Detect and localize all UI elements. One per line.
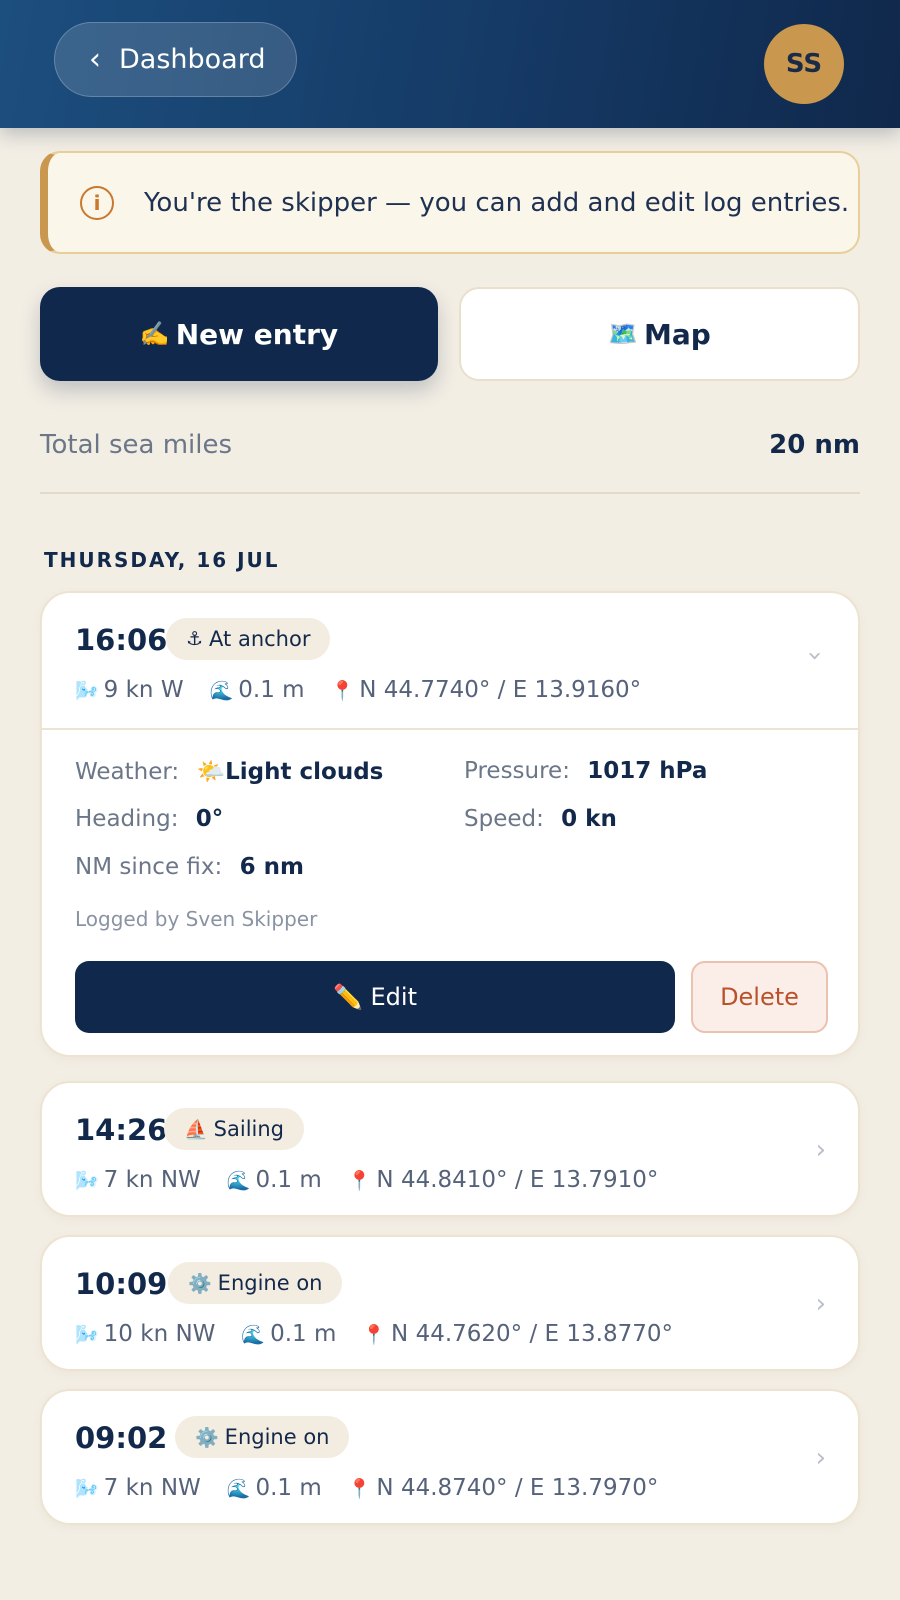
- log-entry-header[interactable]: 10:09 ⚙️ Engine on 🌬️ 10 kn NW 🌊 0.1 m 📍 N …: [42, 1237, 858, 1369]
- new-entry-label: New entry: [175, 317, 339, 351]
- pressure-value: 1017 hPa: [587, 758, 708, 784]
- chevron-right-icon[interactable]: ›: [816, 1289, 826, 1319]
- chevron-down-icon[interactable]: ›: [800, 651, 830, 661]
- log-entry-card[interactable]: 10:09 ⚙️ Engine on 🌬️ 10 kn NW 🌊 0.1 m 📍 N …: [40, 1235, 860, 1371]
- weather-value: Light clouds: [225, 759, 384, 785]
- status-badge: ⚙️ Engine on: [175, 1416, 350, 1458]
- wind-value: 7 kn NW: [103, 1167, 201, 1193]
- notice-text: You're the skipper — you can add and edi…: [144, 187, 850, 218]
- chevron-right-icon[interactable]: ›: [816, 1135, 826, 1165]
- status-badge: ⛵ Sailing: [164, 1108, 305, 1150]
- entry-meta: 🌬️ 10 kn NW 🌊 0.1 m 📍 N 44.7620° / E 13.877…: [75, 1321, 699, 1347]
- divider: [40, 492, 860, 494]
- heading-label: Heading:: [75, 806, 179, 832]
- writing-hand-icon: ✍️: [139, 320, 170, 348]
- chevron-right-icon[interactable]: ›: [816, 1443, 826, 1473]
- info-icon: i: [80, 185, 114, 220]
- map-button[interactable]: 🗺️ Map: [459, 287, 860, 381]
- log-entry-card[interactable]: 16:06 ⚓ At anchor 🌬️ 9 kn W 🌊 0.1 m 📍 N 44.…: [40, 591, 860, 1057]
- edit-button[interactable]: ✏️ Edit: [75, 961, 675, 1033]
- avatar[interactable]: SS: [764, 24, 844, 104]
- logged-by: Logged by Sven Skipper: [75, 907, 318, 931]
- app-header: ‹ Dashboard SS: [0, 0, 900, 128]
- day-heading: THURSDAY, 16 JUL: [44, 548, 280, 572]
- anchor-icon: ⚓: [186, 628, 204, 650]
- wave-icon: 🌊: [226, 1477, 251, 1500]
- nm-since-fix-value: 6 nm: [239, 854, 304, 880]
- entry-meta: 🌬️ 7 kn NW 🌊 0.1 m 📍 N 44.8410° / E 13.7910…: [75, 1167, 684, 1193]
- gear-icon: ⚙️: [195, 1426, 219, 1449]
- status-label: Engine on: [217, 1271, 323, 1295]
- wave-icon: 🌊: [241, 1323, 266, 1346]
- sea-miles-value: 20 nm: [769, 430, 860, 460]
- nm-since-fix-row: NM since fix: 6 nm: [75, 854, 304, 880]
- entry-details: Weather: 🌤️Light clouds Pressure: 1017 h…: [42, 728, 858, 1055]
- sea-miles-label: Total sea miles: [40, 430, 233, 460]
- heading-value: 0°: [195, 806, 224, 832]
- wave-value: 0.1 m: [238, 677, 305, 703]
- chevron-left-icon: ‹: [89, 41, 101, 77]
- status-badge: ⚓ At anchor: [166, 618, 331, 660]
- entry-meta: 🌬️ 9 kn W 🌊 0.1 m 📍 N 44.7740° / E 13.9160°: [75, 677, 667, 703]
- position-value: N 44.7740° / E 13.9160°: [359, 677, 642, 703]
- weather-row: Weather: 🌤️Light clouds: [75, 758, 383, 785]
- status-badge: ⚙️ Engine on: [168, 1262, 343, 1304]
- wind-icon: 🌬️: [75, 679, 99, 702]
- log-entry-header[interactable]: 16:06 ⚓ At anchor 🌬️ 9 kn W 🌊 0.1 m 📍 N 44.…: [42, 593, 858, 728]
- new-entry-button[interactable]: ✍️ New entry: [40, 287, 438, 381]
- map-label: Map: [644, 317, 711, 351]
- weather-label: Weather:: [75, 759, 180, 785]
- map-icon: 🗺️: [608, 320, 639, 348]
- position-value: N 44.7620° / E 13.8770°: [391, 1321, 673, 1347]
- wind-icon: 🌬️: [75, 1169, 99, 1192]
- speed-row: Speed: 0 kn: [464, 806, 617, 832]
- entry-time: 09:02: [75, 1421, 168, 1455]
- weather-icon: 🌤️: [196, 759, 226, 785]
- wind-value: 10 kn NW: [103, 1321, 216, 1347]
- skipper-notice: i You're the skipper — you can add and e…: [40, 151, 860, 254]
- log-entry-header[interactable]: 14:26 ⛵ Sailing 🌬️ 7 kn NW 🌊 0.1 m 📍 N 44.8…: [42, 1083, 858, 1215]
- pin-icon: 📍: [330, 679, 355, 702]
- entry-meta: 🌬️ 7 kn NW 🌊 0.1 m 📍 N 44.8740° / E 13.7970…: [75, 1475, 684, 1501]
- log-entry-card[interactable]: 14:26 ⛵ Sailing 🌬️ 7 kn NW 🌊 0.1 m 📍 N 44.8…: [40, 1081, 860, 1217]
- position-value: N 44.8740° / E 13.7970°: [376, 1475, 659, 1501]
- status-label: Sailing: [213, 1117, 285, 1141]
- pin-icon: 📍: [347, 1477, 372, 1500]
- entry-time: 14:26: [75, 1113, 168, 1147]
- nm-since-fix-label: NM since fix:: [75, 854, 223, 880]
- wave-value: 0.1 m: [255, 1167, 322, 1193]
- pressure-label: Pressure:: [464, 758, 570, 784]
- wind-icon: 🌬️: [75, 1323, 99, 1346]
- heading-row: Heading: 0°: [75, 806, 223, 832]
- status-label: At anchor: [209, 627, 311, 651]
- wave-value: 0.1 m: [255, 1475, 322, 1501]
- wave-value: 0.1 m: [270, 1321, 337, 1347]
- delete-button[interactable]: Delete: [691, 961, 828, 1033]
- position-value: N 44.8410° / E 13.7910°: [376, 1167, 659, 1193]
- back-to-dashboard-button[interactable]: ‹ Dashboard: [54, 22, 297, 97]
- wind-icon: 🌬️: [75, 1477, 99, 1500]
- wave-icon: 🌊: [209, 679, 234, 702]
- back-button-label: Dashboard: [119, 44, 266, 75]
- entry-time: 10:09: [75, 1267, 168, 1301]
- sailboat-icon: ⛵: [184, 1118, 208, 1141]
- speed-label: Speed:: [464, 806, 544, 832]
- wind-value: 7 kn NW: [103, 1475, 201, 1501]
- entry-time: 16:06: [75, 623, 168, 657]
- log-entry-header[interactable]: 09:02 ⚙️ Engine on 🌬️ 7 kn NW 🌊 0.1 m 📍 N 4…: [42, 1391, 858, 1523]
- wave-icon: 🌊: [226, 1169, 251, 1192]
- gear-icon: ⚙️: [188, 1272, 212, 1295]
- pin-icon: 📍: [347, 1169, 372, 1192]
- pressure-row: Pressure: 1017 hPa: [464, 758, 707, 784]
- speed-value: 0 kn: [561, 806, 617, 832]
- pin-icon: 📍: [362, 1323, 387, 1346]
- status-label: Engine on: [224, 1425, 330, 1449]
- wind-value: 9 kn W: [103, 677, 184, 703]
- log-entry-card[interactable]: 09:02 ⚙️ Engine on 🌬️ 7 kn NW 🌊 0.1 m 📍 N 4…: [40, 1389, 860, 1525]
- sea-miles-summary: Total sea miles 20 nm: [40, 430, 860, 460]
